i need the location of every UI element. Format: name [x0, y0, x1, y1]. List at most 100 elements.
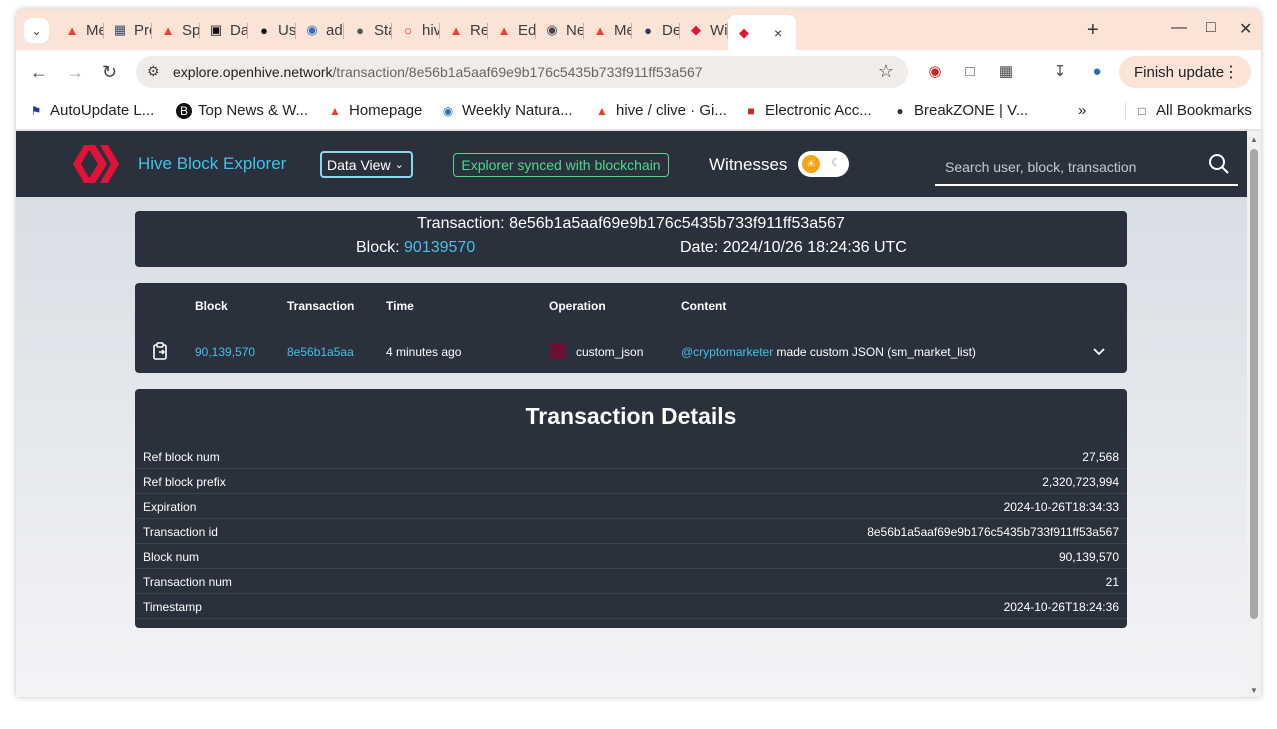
- close-window-icon[interactable]: ✕: [1239, 19, 1252, 39]
- bookmark-electronic[interactable]: ■ Electronic Acc...: [743, 102, 871, 119]
- chat-extension-icon[interactable]: □: [960, 61, 980, 81]
- avatar[interactable]: ●: [1087, 61, 1107, 81]
- expand-chevron-icon[interactable]: [1091, 343, 1107, 359]
- site-header: Hive Block Explorer Data View ⌄ Explorer …: [16, 131, 1247, 197]
- grid-icon: ▦: [113, 22, 127, 37]
- scroll-up-icon[interactable]: ▲: [1250, 135, 1258, 144]
- tab-7[interactable]: ○hive: [392, 15, 440, 45]
- bookmark-autoupdate[interactable]: ⚑ AutoUpdate L...: [28, 102, 155, 119]
- maximize-icon[interactable]: □: [1206, 19, 1216, 37]
- back-arrow-icon[interactable]: ←: [30, 62, 48, 83]
- tab-12[interactable]: ●Der: [632, 15, 680, 45]
- scrollbar-thumb[interactable]: [1250, 149, 1258, 619]
- gitlab-icon: ▲: [65, 22, 79, 38]
- column-header-time: Time: [386, 299, 414, 313]
- tab-13[interactable]: ◆Wit: [680, 15, 728, 45]
- tab-0[interactable]: ▲ Me: [56, 15, 104, 45]
- all-bookmarks[interactable]: □ All Bookmarks: [1125, 102, 1252, 119]
- hive-logo-icon[interactable]: [71, 141, 121, 187]
- tab-1[interactable]: ▦Pro: [104, 15, 152, 45]
- extension-icon[interactable]: ◉: [925, 61, 945, 81]
- site-settings-icon[interactable]: ⚙: [147, 63, 160, 80]
- column-header-block: Block: [195, 299, 228, 313]
- puzzle-icon[interactable]: ▦: [996, 61, 1016, 81]
- tab-5[interactable]: ◉adr: [296, 15, 344, 45]
- transaction-header: Transaction: 8e56b1a5aaf69e9b176c5435b73…: [135, 211, 1127, 267]
- transaction-title: Transaction: 8e56b1a5aaf69e9b176c5435b73…: [417, 215, 845, 232]
- detail-row: Ref block prefix 2,320,723,994: [135, 469, 1127, 494]
- tab-search-button[interactable]: ⌄: [24, 18, 49, 43]
- bookmarks-bar: ⚑ AutoUpdate L... B Top News & W... ▲ Homep…: [16, 94, 1261, 130]
- folder-icon: □: [1138, 103, 1146, 118]
- search-box: [935, 151, 1238, 186]
- detail-row: Ref block num 27,568: [135, 444, 1127, 469]
- theme-toggle[interactable]: ☀ ☾: [798, 151, 849, 177]
- detail-row: Transaction id 8e56b1a5aaf69e9b176c5435b7…: [135, 519, 1127, 544]
- app-icon: ◉: [306, 22, 318, 37]
- bookmark-weekly[interactable]: ◉ Weekly Natura...: [440, 102, 573, 119]
- close-tab-icon[interactable]: ×: [774, 25, 782, 41]
- transaction-details: Transaction Details Ref block num 27,568 …: [135, 389, 1127, 628]
- chat-icon: ○: [404, 22, 412, 38]
- doc-icon: ■: [747, 103, 755, 118]
- tab-9[interactable]: ▲Edi: [488, 15, 536, 45]
- bookmark-star-icon[interactable]: ☆: [878, 61, 894, 82]
- bookmark-breakzone[interactable]: ● BreakZONE | V...: [892, 102, 1028, 119]
- browser-toolbar: ← → ↻ ⚙ explore.openhive.network/transac…: [16, 50, 1261, 94]
- tab-8[interactable]: ▲Rel: [440, 15, 488, 45]
- column-header-transaction: Transaction: [287, 299, 355, 313]
- transaction-date: Date: 2024/10/26 18:24:36 UTC: [680, 239, 907, 256]
- operation-color-swatch: [550, 343, 566, 359]
- gitlab-icon: ▲: [449, 22, 463, 38]
- chrome-icon: ◉: [546, 22, 558, 37]
- new-tab-button[interactable]: +: [1087, 19, 1099, 42]
- tab-11[interactable]: ▲ Me: [584, 15, 632, 45]
- user-link[interactable]: @cryptomarketer: [681, 345, 773, 359]
- chevron-down-icon: ⌄: [394, 159, 404, 171]
- clipboard-icon[interactable]: [151, 341, 171, 361]
- detail-row: Transaction num 21: [135, 569, 1127, 594]
- reload-icon[interactable]: ↻: [102, 62, 117, 83]
- url-text[interactable]: explore.openhive.network/transaction/8e5…: [173, 64, 703, 80]
- bookmark-hive-clive[interactable]: ▲ hive / clive · Gi...: [594, 102, 727, 119]
- search-icon[interactable]: [1208, 153, 1230, 175]
- scroll-down-icon[interactable]: ▼: [1250, 686, 1258, 695]
- address-bar[interactable]: ⚙ explore.openhive.network/transaction/8…: [136, 56, 908, 88]
- chevron-down-icon: ⌄: [31, 23, 42, 38]
- tab-active[interactable]: ◆ ×: [728, 15, 796, 50]
- minimize-icon[interactable]: —: [1171, 19, 1187, 37]
- bookmark-top-news[interactable]: B Top News & W...: [176, 102, 308, 119]
- detail-row: Block num 90,139,570: [135, 544, 1127, 569]
- tab-list: ▲Me ▦Pro ▲Spe ▣Dat ●Use ◉adr ●Sta ○hive …: [56, 15, 796, 50]
- tab-6[interactable]: ●Sta: [344, 15, 392, 45]
- site-title[interactable]: Hive Block Explorer: [138, 154, 286, 174]
- operation-transaction-link[interactable]: 8e56b1a5aa: [287, 345, 354, 359]
- tab-strip: ⌄ ▲Me ▦Pro ▲Spe ▣Dat ●Use ◉adr ●Sta ○hiv…: [16, 9, 1261, 50]
- search-input[interactable]: [945, 155, 1195, 179]
- bookmark-homepage[interactable]: ▲ Homepage: [327, 102, 422, 119]
- globe-icon: ●: [644, 22, 652, 38]
- forward-arrow-icon[interactable]: →: [66, 62, 84, 83]
- column-header-content: Content: [681, 299, 727, 313]
- operation-type: custom_json: [576, 345, 644, 359]
- page-content: Hive Block Explorer Data View ⌄ Explorer …: [16, 131, 1247, 697]
- data-view-dropdown[interactable]: Data View ⌄: [320, 151, 413, 178]
- menu-dots-icon: ⋮: [1223, 64, 1239, 81]
- witnesses-link[interactable]: Witnesses: [709, 155, 787, 175]
- page-scrollbar[interactable]: ▲ ▼: [1247, 131, 1261, 697]
- gitlab-icon: ▲: [497, 22, 511, 38]
- more-bookmarks-icon[interactable]: »: [1078, 102, 1086, 119]
- tab-2[interactable]: ▲Spe: [152, 15, 200, 45]
- tab-4[interactable]: ●Use: [248, 15, 296, 45]
- operation-block-link[interactable]: 90,139,570: [195, 345, 255, 359]
- operations-table: Block Transaction Time Operation Content…: [135, 283, 1127, 373]
- operation-content: @cryptomarketer made custom JSON (sm_mar…: [681, 345, 976, 359]
- block-link[interactable]: 90139570: [404, 239, 475, 256]
- tab-3[interactable]: ▣Dat: [200, 15, 248, 45]
- gitlab-icon: ▲: [329, 103, 341, 118]
- download-icon[interactable]: ↧: [1050, 61, 1070, 81]
- moon-icon: ☾: [831, 157, 841, 169]
- finish-update-button[interactable]: Finish update ⋮: [1119, 56, 1251, 88]
- detail-row: Timestamp 2024-10-26T18:24:36: [135, 594, 1127, 619]
- tab-10[interactable]: ◉Nev: [536, 15, 584, 45]
